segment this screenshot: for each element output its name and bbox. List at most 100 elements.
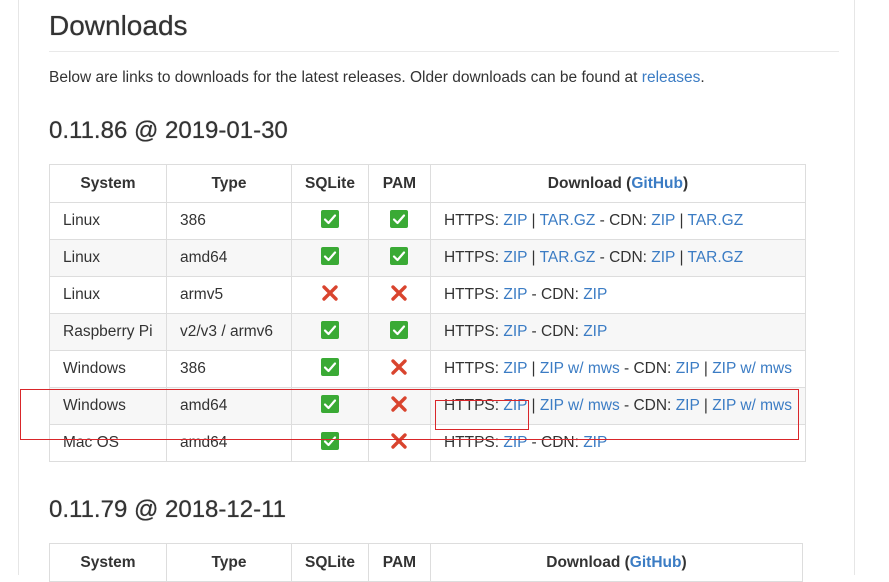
header-download: Download (GitHub) bbox=[429, 164, 807, 203]
title-divider bbox=[49, 51, 839, 52]
cross-icon bbox=[321, 284, 339, 307]
release-heading: 0.11.79 @ 2018-12-11 bbox=[49, 496, 286, 523]
table-row: Linux amd64 HTTPS: ZIP | TAR.GZ - CDN: ZIP… bbox=[49, 239, 807, 277]
https-label: HTTPS: bbox=[443, 360, 500, 377]
link-separator: | bbox=[679, 212, 684, 229]
header-download-prefix: Download ( bbox=[546, 553, 630, 571]
header-download-prefix: Download ( bbox=[547, 174, 632, 192]
cdn-label: - CDN: bbox=[527, 323, 579, 340]
https-download-link[interactable]: ZIP w/ mws bbox=[540, 360, 620, 377]
cdn-download-link[interactable]: ZIP bbox=[651, 212, 675, 229]
page-title: Downloads bbox=[49, 10, 188, 41]
cell-sqlite bbox=[291, 350, 369, 388]
cross-icon bbox=[390, 358, 408, 381]
intro-text: Below are links to downloads for the lat… bbox=[49, 69, 642, 86]
cell-sqlite bbox=[291, 239, 369, 277]
table-row: Raspberry Pi v2/v3 / armv6 HTTPS: ZIP - CD… bbox=[49, 313, 807, 351]
table-row: Windows 386 HTTPS: ZIP | ZIP w/ mws - CDN:… bbox=[49, 350, 807, 388]
https-download-link[interactable]: ZIP bbox=[503, 286, 527, 303]
link-separator: | bbox=[531, 212, 536, 229]
header-type: Type bbox=[166, 543, 292, 582]
cell-pam bbox=[367, 313, 431, 351]
cell-sqlite bbox=[291, 313, 369, 351]
cell-type: armv5 bbox=[166, 276, 292, 314]
cell-system: Linux bbox=[49, 202, 167, 240]
github-link[interactable]: GitHub bbox=[630, 554, 682, 571]
cell-download: HTTPS: ZIP - CDN: ZIP bbox=[429, 276, 807, 314]
cdn-download-link[interactable]: TAR.GZ bbox=[688, 212, 744, 229]
cell-download: HTTPS: ZIP - CDN: ZIP bbox=[429, 313, 807, 351]
check-icon bbox=[320, 320, 339, 344]
check-icon bbox=[320, 209, 339, 233]
header-system: System bbox=[49, 164, 167, 203]
downloads-table: System Type SQLite PAM Download (GitHub) bbox=[49, 543, 803, 582]
cdn-download-link[interactable]: ZIP w/ mws bbox=[712, 360, 792, 377]
https-download-link[interactable]: ZIP bbox=[503, 360, 527, 377]
intro-end: . bbox=[700, 69, 705, 86]
https-download-link[interactable]: TAR.GZ bbox=[540, 249, 596, 266]
release-heading: 0.11.86 @ 2019-01-30 bbox=[49, 117, 288, 144]
table-row: Linux armv5 HTTPS: ZIP - CDN: ZIP bbox=[49, 276, 807, 314]
https-label: HTTPS: bbox=[443, 249, 500, 266]
cell-pam bbox=[367, 202, 431, 240]
cdn-download-link[interactable]: ZIP bbox=[676, 360, 700, 377]
cell-type: 386 bbox=[166, 202, 292, 240]
cross-icon bbox=[390, 284, 408, 307]
check-icon bbox=[320, 357, 339, 381]
table-header-row: System Type SQLite PAM Download (GitHub) bbox=[49, 164, 807, 203]
cell-type: v2/v3 / armv6 bbox=[166, 313, 292, 351]
cell-sqlite bbox=[291, 276, 369, 314]
cell-type: amd64 bbox=[166, 239, 292, 277]
table-header-row: System Type SQLite PAM Download (GitHub) bbox=[49, 543, 803, 582]
link-separator: | bbox=[531, 249, 536, 266]
cdn-download-link[interactable]: ZIP bbox=[583, 323, 607, 340]
cell-system: Windows bbox=[49, 350, 167, 388]
https-label: HTTPS: bbox=[443, 323, 500, 340]
cell-pam bbox=[367, 276, 431, 314]
https-download-link[interactable]: ZIP bbox=[503, 212, 527, 229]
https-download-link[interactable]: ZIP bbox=[503, 323, 527, 340]
cell-sqlite bbox=[291, 202, 369, 240]
cell-download: HTTPS: ZIP | TAR.GZ - CDN: ZIP | TAR.GZ bbox=[429, 239, 807, 277]
header-pam: PAM bbox=[367, 543, 431, 582]
header-sqlite: SQLite bbox=[291, 543, 369, 582]
https-label: HTTPS: bbox=[443, 212, 500, 229]
cell-system: Raspberry Pi bbox=[49, 313, 167, 351]
check-icon bbox=[390, 209, 409, 233]
header-download-suffix: ) bbox=[682, 174, 689, 192]
check-icon bbox=[390, 246, 409, 270]
releases-link[interactable]: releases bbox=[642, 69, 701, 86]
intro-paragraph: Below are links to downloads for the lat… bbox=[49, 69, 705, 87]
cell-pam bbox=[367, 239, 431, 277]
header-system: System bbox=[49, 543, 167, 582]
link-separator: | bbox=[531, 360, 536, 377]
cdn-download-link[interactable]: ZIP bbox=[583, 286, 607, 303]
highlight-box-zip-link bbox=[435, 400, 529, 430]
header-pam: PAM bbox=[367, 164, 431, 203]
cell-type: 386 bbox=[166, 350, 292, 388]
table-row: Linux 386 HTTPS: ZIP | TAR.GZ - CDN: ZIP |… bbox=[49, 202, 807, 240]
github-link[interactable]: GitHub bbox=[631, 175, 683, 192]
cell-pam bbox=[367, 350, 431, 388]
cell-download: HTTPS: ZIP | TAR.GZ - CDN: ZIP | TAR.GZ bbox=[429, 202, 807, 240]
header-sqlite: SQLite bbox=[291, 164, 369, 203]
header-download: Download (GitHub) bbox=[429, 543, 803, 582]
cdn-download-link[interactable]: TAR.GZ bbox=[688, 249, 744, 266]
cell-system: Linux bbox=[49, 276, 167, 314]
highlight-box-row bbox=[20, 389, 799, 440]
cdn-label: - CDN: bbox=[619, 360, 672, 377]
header-download-suffix: ) bbox=[681, 553, 687, 571]
link-separator: | bbox=[679, 249, 684, 266]
cell-download: HTTPS: ZIP | ZIP w/ mws - CDN: ZIP | ZIP… bbox=[429, 350, 807, 388]
cdn-download-link[interactable]: ZIP bbox=[651, 249, 675, 266]
cdn-label: - CDN: bbox=[595, 249, 647, 266]
check-icon bbox=[320, 246, 339, 270]
https-download-link[interactable]: TAR.GZ bbox=[540, 212, 596, 229]
cell-system: Linux bbox=[49, 239, 167, 277]
cdn-label: - CDN: bbox=[595, 212, 647, 229]
https-label: HTTPS: bbox=[443, 286, 500, 303]
cdn-label: - CDN: bbox=[527, 286, 579, 303]
https-download-link[interactable]: ZIP bbox=[503, 249, 527, 266]
check-icon bbox=[390, 320, 409, 344]
link-separator: | bbox=[703, 360, 708, 377]
